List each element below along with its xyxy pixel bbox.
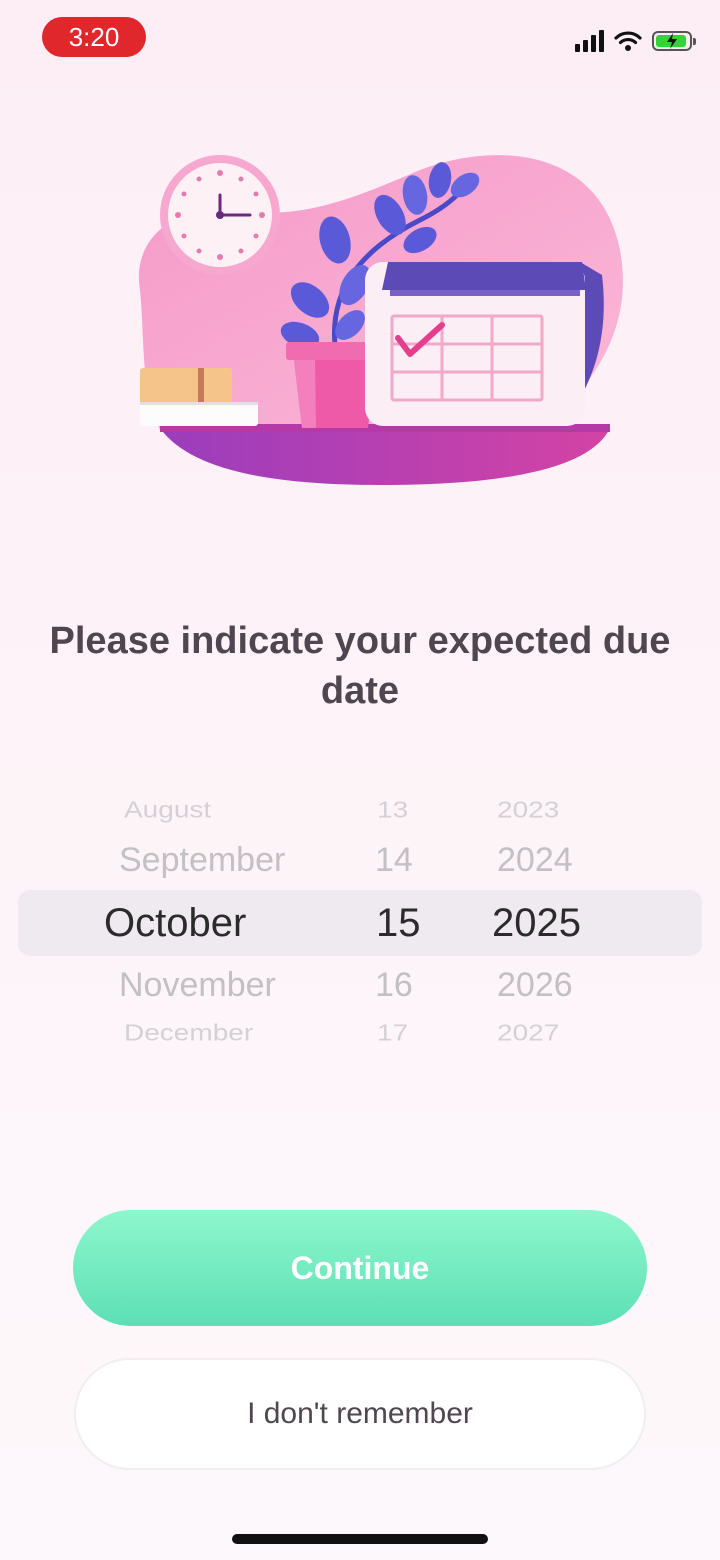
month-option-selected[interactable]: October xyxy=(104,901,246,946)
year-option[interactable]: 2024 xyxy=(497,841,573,880)
day-option-selected[interactable]: 15 xyxy=(376,901,421,946)
year-option[interactable]: 2026 xyxy=(497,966,573,1005)
page-title: Please indicate your expected due date xyxy=(49,620,671,712)
year-option[interactable]: 2027 xyxy=(497,1020,559,1046)
year-option-selected[interactable]: 2025 xyxy=(492,901,581,946)
table-shape xyxy=(160,428,610,485)
day-option[interactable]: 16 xyxy=(375,966,413,1005)
month-column[interactable]: August September October November Decemb… xyxy=(0,770,340,1070)
home-indicator[interactable] xyxy=(232,1534,488,1544)
year-column[interactable]: 2023 2024 2025 2026 2027 xyxy=(460,770,660,1070)
battery-charging-icon xyxy=(652,31,696,51)
status-bar: 3:20 xyxy=(0,0,720,80)
day-option[interactable]: 14 xyxy=(375,841,413,880)
day-option[interactable]: 13 xyxy=(377,797,408,823)
status-time: 3:20 xyxy=(42,17,146,57)
date-picker[interactable]: August September October November Decemb… xyxy=(0,770,720,1070)
day-column[interactable]: 13 14 15 16 17 xyxy=(340,770,460,1070)
month-option[interactable]: August xyxy=(124,797,211,823)
month-option[interactable]: September xyxy=(119,841,285,880)
month-option[interactable]: November xyxy=(119,966,276,1005)
clock-icon xyxy=(160,155,280,275)
calendar-icon xyxy=(365,262,604,426)
continue-button[interactable]: Continue xyxy=(73,1210,647,1326)
year-option[interactable]: 2023 xyxy=(497,797,559,823)
day-option[interactable]: 17 xyxy=(377,1020,408,1046)
signal-icon xyxy=(575,30,604,52)
calendar-illustration xyxy=(138,155,623,485)
wifi-icon xyxy=(614,31,642,51)
dont-remember-button[interactable]: I don't remember xyxy=(74,1358,646,1470)
month-option[interactable]: December xyxy=(124,1020,253,1046)
status-icons xyxy=(575,30,696,52)
